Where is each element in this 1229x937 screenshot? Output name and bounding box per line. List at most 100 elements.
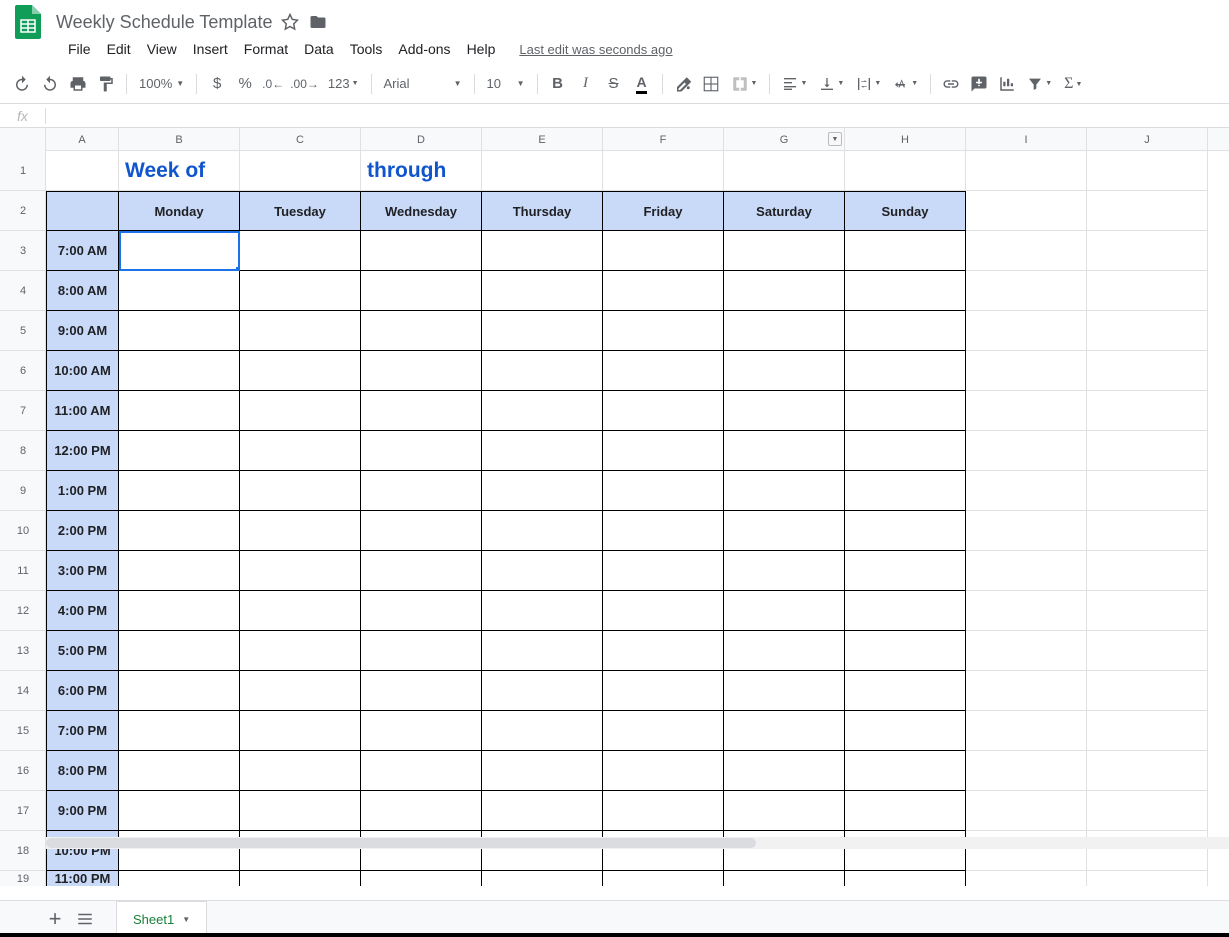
- row-header[interactable]: 11: [0, 551, 46, 591]
- row-header[interactable]: 3: [0, 231, 46, 271]
- schedule-cell[interactable]: [119, 511, 240, 551]
- schedule-cell[interactable]: [119, 631, 240, 671]
- functions-icon[interactable]: Σ▼: [1058, 72, 1088, 96]
- day-header[interactable]: Wednesday: [361, 191, 482, 231]
- schedule-cell[interactable]: [240, 431, 361, 471]
- column-header[interactable]: C: [240, 128, 361, 151]
- menu-edit[interactable]: Edit: [99, 37, 139, 61]
- cell[interactable]: [1087, 631, 1208, 671]
- selection-handle[interactable]: [235, 266, 240, 271]
- schedule-cell[interactable]: [482, 351, 603, 391]
- row-header[interactable]: 16: [0, 751, 46, 791]
- document-title[interactable]: Weekly Schedule Template: [56, 12, 272, 33]
- cell[interactable]: [1087, 151, 1208, 191]
- through-label[interactable]: through: [361, 151, 482, 191]
- cell[interactable]: [966, 551, 1087, 591]
- cell[interactable]: [1087, 391, 1208, 431]
- schedule-cell[interactable]: [482, 591, 603, 631]
- add-sheet-icon[interactable]: +: [40, 904, 70, 934]
- paint-format-icon[interactable]: [93, 71, 119, 97]
- cell[interactable]: [966, 631, 1087, 671]
- formula-input[interactable]: [46, 104, 1229, 127]
- time-cell[interactable]: 12:00 PM: [46, 431, 119, 471]
- schedule-cell[interactable]: [603, 671, 724, 711]
- schedule-cell[interactable]: [240, 671, 361, 711]
- insert-link-icon[interactable]: [938, 71, 964, 97]
- schedule-cell[interactable]: [603, 311, 724, 351]
- schedule-cell[interactable]: [482, 791, 603, 831]
- row-header[interactable]: 13: [0, 631, 46, 671]
- schedule-cell[interactable]: [361, 431, 482, 471]
- schedule-cell[interactable]: [724, 631, 845, 671]
- cell[interactable]: [1087, 471, 1208, 511]
- time-cell[interactable]: 3:00 PM: [46, 551, 119, 591]
- cell[interactable]: [603, 151, 724, 191]
- schedule-cell[interactable]: [119, 271, 240, 311]
- cell[interactable]: [966, 391, 1087, 431]
- increase-decimal-icon[interactable]: .00→: [288, 71, 321, 97]
- schedule-cell[interactable]: [119, 791, 240, 831]
- cell[interactable]: [1087, 431, 1208, 471]
- insert-comment-icon[interactable]: [966, 71, 992, 97]
- day-header[interactable]: Thursday: [482, 191, 603, 231]
- decrease-decimal-icon[interactable]: .0←: [260, 71, 286, 97]
- cell[interactable]: [966, 231, 1087, 271]
- column-header[interactable]: B: [119, 128, 240, 151]
- row-header[interactable]: 1: [0, 151, 46, 191]
- schedule-cell[interactable]: [119, 431, 240, 471]
- schedule-cell[interactable]: [240, 631, 361, 671]
- cell[interactable]: [240, 151, 361, 191]
- redo-icon[interactable]: [37, 71, 63, 97]
- schedule-cell[interactable]: [240, 351, 361, 391]
- cell[interactable]: [1087, 551, 1208, 591]
- schedule-cell[interactable]: [361, 511, 482, 551]
- merge-cells-icon[interactable]: ▼: [725, 72, 764, 96]
- schedule-cell[interactable]: [603, 391, 724, 431]
- schedule-cell[interactable]: [845, 311, 966, 351]
- bold-icon[interactable]: B: [545, 71, 571, 97]
- zoom-combo[interactable]: 100%▼: [133, 72, 190, 96]
- cell[interactable]: [1087, 511, 1208, 551]
- schedule-cell[interactable]: [603, 711, 724, 751]
- schedule-cell[interactable]: [724, 591, 845, 631]
- schedule-cell[interactable]: [361, 711, 482, 751]
- text-wrap-icon[interactable]: ▼: [850, 72, 887, 96]
- schedule-cell[interactable]: [119, 871, 240, 886]
- time-cell[interactable]: 8:00 AM: [46, 271, 119, 311]
- star-icon[interactable]: [280, 12, 300, 32]
- schedule-cell[interactable]: [240, 511, 361, 551]
- schedule-cell[interactable]: [603, 591, 724, 631]
- schedule-cell[interactable]: [361, 551, 482, 591]
- time-cell[interactable]: 6:00 PM: [46, 671, 119, 711]
- time-cell[interactable]: 2:00 PM: [46, 511, 119, 551]
- schedule-cell[interactable]: [119, 231, 240, 271]
- row-header[interactable]: 18: [0, 831, 46, 871]
- schedule-cell[interactable]: [361, 791, 482, 831]
- day-header[interactable]: Friday: [603, 191, 724, 231]
- cell[interactable]: [966, 671, 1087, 711]
- schedule-cell[interactable]: [724, 471, 845, 511]
- schedule-cell[interactable]: [482, 751, 603, 791]
- row-header[interactable]: 4: [0, 271, 46, 311]
- schedule-cell[interactable]: [603, 551, 724, 591]
- row-header[interactable]: 17: [0, 791, 46, 831]
- text-rotate-icon[interactable]: ▼: [887, 72, 924, 96]
- schedule-cell[interactable]: [482, 391, 603, 431]
- cell[interactable]: [46, 151, 119, 191]
- schedule-cell[interactable]: [482, 871, 603, 886]
- schedule-cell[interactable]: [724, 871, 845, 886]
- schedule-cell[interactable]: [603, 271, 724, 311]
- time-cell[interactable]: 4:00 PM: [46, 591, 119, 631]
- schedule-cell[interactable]: [240, 391, 361, 431]
- schedule-cell[interactable]: [482, 231, 603, 271]
- schedule-cell[interactable]: [724, 351, 845, 391]
- cell[interactable]: [966, 431, 1087, 471]
- schedule-cell[interactable]: [724, 551, 845, 591]
- schedule-cell[interactable]: [119, 351, 240, 391]
- schedule-cell[interactable]: [119, 591, 240, 631]
- schedule-cell[interactable]: [119, 311, 240, 351]
- schedule-cell[interactable]: [845, 431, 966, 471]
- column-header[interactable]: E: [482, 128, 603, 151]
- schedule-cell[interactable]: [361, 471, 482, 511]
- menu-insert[interactable]: Insert: [185, 37, 236, 61]
